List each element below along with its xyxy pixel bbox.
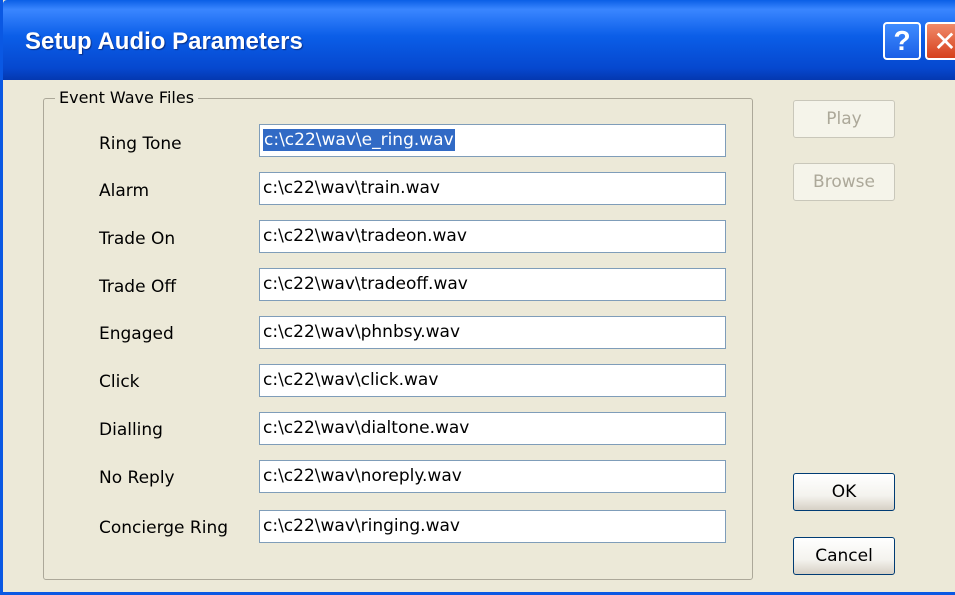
dialling-field[interactable]: c:\c22\wav\dialtone.wav (259, 412, 726, 445)
alarm-field[interactable]: c:\c22\wav\train.wav (259, 172, 726, 205)
dialling-value: c:\c22\wav\dialtone.wav (263, 418, 470, 438)
cancel-button[interactable]: Cancel (793, 537, 895, 575)
ring-tone-value: c:\c22\wav\e_ring.wav (263, 129, 455, 151)
trade-off-field[interactable]: c:\c22\wav\tradeoff.wav (259, 268, 726, 301)
close-icon: ✕ (933, 25, 955, 57)
group-label: Event Wave Files (55, 88, 199, 107)
ring-tone-field[interactable]: c:\c22\wav\e_ring.wav (259, 124, 726, 157)
trade-on-label: Trade On (99, 229, 176, 249)
dialling-label: Dialling (99, 420, 163, 440)
click-label: Click (99, 372, 140, 392)
trade-on-field[interactable]: c:\c22\wav\tradeon.wav (259, 220, 726, 253)
engaged-value: c:\c22\wav\phnbsy.wav (263, 322, 461, 342)
trade-off-label: Trade Off (99, 277, 177, 297)
alarm-label: Alarm (99, 181, 150, 201)
dialog-window: Setup Audio Parameters ? ✕ Event Wave Fi… (0, 0, 955, 595)
title-bar[interactable]: Setup Audio Parameters ? ✕ (3, 0, 955, 80)
no-reply-field[interactable]: c:\c22\wav\noreply.wav (259, 460, 726, 493)
play-button[interactable]: Play (793, 100, 895, 138)
no-reply-label: No Reply (99, 468, 175, 488)
help-button[interactable]: ? (883, 22, 921, 60)
click-field[interactable]: c:\c22\wav\click.wav (259, 364, 726, 397)
help-icon: ? (893, 25, 911, 56)
engaged-label: Engaged (99, 324, 174, 344)
trade-on-value: c:\c22\wav\tradeon.wav (263, 226, 467, 246)
window-title: Setup Audio Parameters (25, 28, 303, 55)
close-button[interactable]: ✕ (925, 22, 955, 60)
engaged-field[interactable]: c:\c22\wav\phnbsy.wav (259, 316, 726, 349)
no-reply-value: c:\c22\wav\noreply.wav (263, 466, 462, 486)
ring-tone-label: Ring Tone (99, 134, 182, 154)
trade-off-value: c:\c22\wav\tradeoff.wav (263, 274, 468, 294)
concierge-ring-value: c:\c22\wav\ringing.wav (263, 516, 460, 536)
concierge-ring-field[interactable]: c:\c22\wav\ringing.wav (259, 510, 726, 543)
ok-button[interactable]: OK (793, 473, 895, 511)
browse-button[interactable]: Browse (793, 163, 895, 201)
click-value: c:\c22\wav\click.wav (263, 370, 439, 390)
alarm-value: c:\c22\wav\train.wav (263, 178, 440, 198)
concierge-ring-label: Concierge Ring (99, 518, 229, 538)
